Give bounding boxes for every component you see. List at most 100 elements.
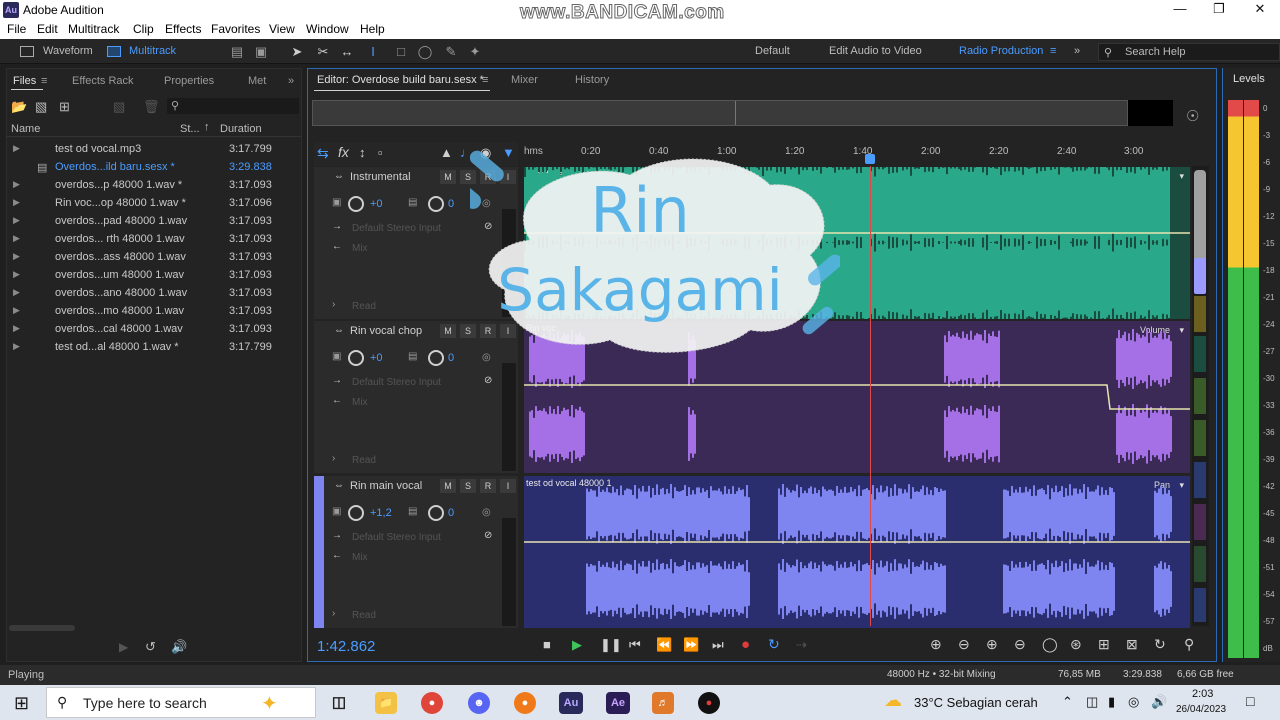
file-row[interactable]: ▶ overdos...ano 48000 1.wav 3:17.093 <box>7 285 301 303</box>
volume-value[interactable]: +0 <box>370 198 383 210</box>
search-help-input[interactable]: ⚲ Search Help <box>1098 43 1280 61</box>
mute-button[interactable]: M <box>440 170 456 184</box>
zoom-in-amplitude-icon[interactable]: ⊕ <box>930 636 942 653</box>
phase-invert-icon[interactable]: ⊘ <box>484 530 492 541</box>
input-select[interactable]: Default Stereo Input <box>352 223 441 234</box>
zoom-reset-icon[interactable]: ↻ <box>1154 636 1166 653</box>
pitch-display-icon[interactable]: ▣ <box>252 43 270 61</box>
menu-file[interactable]: File <box>7 22 26 36</box>
automation-expand-icon[interactable]: › <box>332 299 335 310</box>
file-row[interactable]: ▶ overdos...cal 48000 1.wav 3:17.093 <box>7 321 301 339</box>
weather-text[interactable]: 33°C Sebagian cerah <box>914 695 1038 710</box>
file-row[interactable]: ▶ test od...al 48000 1.wav * 3:17.799 <box>7 339 301 357</box>
track-name[interactable]: Instrumental <box>350 171 411 183</box>
track-name[interactable]: Rin vocal chop <box>350 325 422 337</box>
automation-mode[interactable]: Read <box>352 610 376 621</box>
file-row[interactable]: ▶ overdos...p 48000 1.wav * 3:17.093 <box>7 177 301 195</box>
network-icon[interactable]: ◎ <box>1128 694 1139 710</box>
sends-icon[interactable]: ↕ <box>359 145 366 160</box>
overview-scroll-bar[interactable] <box>312 100 1128 126</box>
insert-icon[interactable]: ▧ <box>113 99 125 115</box>
expand-arrow-icon[interactable]: ▶ <box>13 251 20 262</box>
vertical-track-scroller[interactable] <box>1192 166 1209 626</box>
chevron-right-icon[interactable]: » <box>1074 45 1080 57</box>
input-select[interactable]: Default Stereo Input <box>352 377 441 388</box>
horizontal-scrollbar[interactable] <box>9 625 75 631</box>
track-name[interactable]: Rin main vocal <box>350 480 422 492</box>
workspace-menu-icon[interactable]: ≡ <box>1050 45 1056 57</box>
fast-forward-icon[interactable]: ⏩ <box>683 637 699 653</box>
import-file-icon[interactable]: ▧ <box>35 99 47 115</box>
zoom-in-point-icon[interactable]: ⊛ <box>1070 636 1082 653</box>
output-select[interactable]: Mix <box>352 397 368 408</box>
volume-value[interactable]: +1,2 <box>370 507 392 519</box>
tab-history[interactable]: History <box>575 74 609 86</box>
audition-taskbar-icon[interactable]: Au <box>559 692 583 714</box>
panel-more-icon[interactable]: » <box>288 75 294 87</box>
expand-arrow-icon[interactable]: ▶ <box>13 215 20 226</box>
pause-icon[interactable]: ❚❚ <box>600 637 622 653</box>
stereo-width-icon[interactable]: ◎ <box>482 507 491 518</box>
tab-properties[interactable]: Properties <box>164 75 214 87</box>
zoom-out-time-icon[interactable]: ⊖ <box>1014 636 1026 653</box>
autoplay-icon[interactable]: 🔊 <box>171 639 187 655</box>
tab-effects-rack[interactable]: Effects Rack <box>72 75 134 87</box>
windows-start-icon[interactable]: ⊞ <box>14 693 29 714</box>
solo-button[interactable]: S <box>460 479 476 493</box>
rewind-icon[interactable]: ⏪ <box>656 637 672 653</box>
expand-arrow-icon[interactable]: ▶ <box>13 143 20 154</box>
spectral-icon[interactable]: ▤ <box>228 43 246 61</box>
files-menu-icon[interactable]: ≡ <box>41 75 47 87</box>
zoom-to-selection-icon[interactable]: ⊠ <box>1126 636 1138 653</box>
workspace-default[interactable]: Default <box>755 45 790 57</box>
maximize-button[interactable]: ❐ <box>1199 0 1239 20</box>
notification-icon[interactable]: □ <box>1246 693 1254 709</box>
lasso-tool-icon[interactable]: ◯ <box>416 43 434 61</box>
brush-tool-icon[interactable]: ✎ <box>442 43 460 61</box>
task-view-icon[interactable]: ◫ <box>328 692 350 714</box>
menu-edit[interactable]: Edit <box>37 22 58 36</box>
pan-value[interactable]: 0 <box>448 198 454 210</box>
loop-icon[interactable]: ↻ <box>768 636 780 653</box>
automation-expand-icon[interactable]: › <box>332 453 335 464</box>
expand-arrow-icon[interactable]: ▶ <box>13 269 20 280</box>
minimize-button[interactable]: — <box>1160 0 1200 20</box>
after-effects-taskbar-icon[interactable]: Ae <box>606 692 630 714</box>
record-arm-button[interactable]: R <box>480 479 496 493</box>
close-button[interactable]: ✕ <box>1240 0 1280 20</box>
mute-button[interactable]: M <box>440 324 456 338</box>
file-row[interactable]: ▶ Rin voc...op 48000 1.wav * 3:17.096 <box>7 195 301 213</box>
taskbar-search-input[interactable]: ⚲ Type here to search ✦ <box>46 687 316 718</box>
zoom-fit-icon[interactable]: ⚲ <box>1184 636 1194 653</box>
file-row[interactable]: ▤ Overdos...ild baru.sesx * 3:29.838 <box>7 159 301 177</box>
tab-files[interactable]: Files <box>13 75 36 87</box>
files-filter-input[interactable]: ⚲ <box>167 98 299 114</box>
zoom-out-full-icon[interactable]: ◯ <box>1042 636 1058 653</box>
zoom-in-time-icon[interactable]: ⊕ <box>986 636 998 653</box>
zoom-out-amplitude-icon[interactable]: ⊖ <box>958 636 970 653</box>
tray-chevron-icon[interactable]: ⌃ <box>1062 694 1073 710</box>
zoom-navigator-icon[interactable]: ☉ <box>1186 107 1199 125</box>
menu-window[interactable]: Window <box>306 22 349 36</box>
expand-arrow-icon[interactable]: ▶ <box>13 341 20 352</box>
volume-knob[interactable] <box>348 350 364 366</box>
razor-tool-icon[interactable]: ✂ <box>314 43 332 61</box>
skip-end-icon[interactable]: ⏭ <box>712 637 724 653</box>
open-file-icon[interactable]: 📂 <box>11 99 27 115</box>
chrome-icon[interactable]: ● <box>421 692 443 714</box>
pan-knob[interactable] <box>428 350 444 366</box>
workspace-radio-production[interactable]: Radio Production <box>959 45 1043 57</box>
discord-icon[interactable]: ☻ <box>468 692 490 714</box>
file-row[interactable]: ▶ overdos...ass 48000 1.wav 3:17.093 <box>7 249 301 267</box>
file-explorer-icon[interactable]: 📁 <box>375 692 397 714</box>
file-row[interactable]: ▶ test od vocal.mp3 3:17.799 <box>7 141 301 159</box>
volume-knob[interactable] <box>348 196 364 212</box>
workspace-edit-audio-to-video[interactable]: Edit Audio to Video <box>829 45 922 57</box>
io-icon[interactable]: ⇆ <box>317 145 329 162</box>
metronome-icon[interactable]: ▲ <box>440 145 453 160</box>
file-row[interactable]: ▶ overdos...mo 48000 1.wav 3:17.093 <box>7 303 301 321</box>
column-duration[interactable]: Duration <box>220 123 262 135</box>
automation-mode[interactable]: Read <box>352 455 376 466</box>
pan-knob[interactable] <box>428 505 444 521</box>
browser-icon[interactable]: ● <box>514 692 536 714</box>
